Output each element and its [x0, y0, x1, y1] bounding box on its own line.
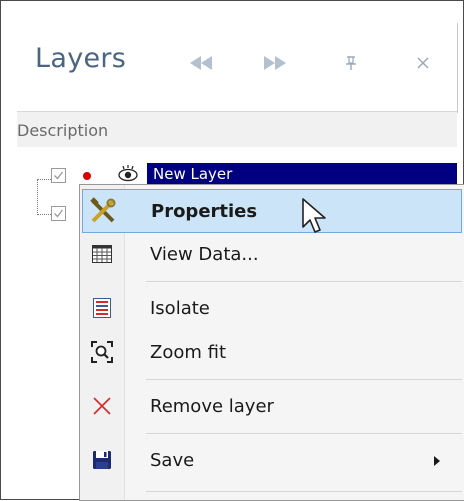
menu-item-label: View Data...	[150, 244, 259, 265]
pin-button[interactable]	[335, 47, 367, 79]
menu-separator	[146, 491, 462, 492]
pin-icon	[345, 56, 357, 70]
menu-separator	[146, 433, 462, 434]
menu-item-label: Zoom fit	[150, 342, 227, 363]
close-icon	[416, 56, 430, 70]
menu-item-label: Remove layer	[150, 396, 274, 417]
tree-connector	[37, 214, 51, 215]
menu-item-label: Properties	[151, 201, 258, 222]
properties-tools-icon	[89, 197, 117, 225]
layers-panel: Layers Description New Layer Properties …	[0, 0, 464, 501]
panel-title: Layers	[35, 43, 127, 74]
menu-item-save[interactable]: Save	[82, 439, 462, 483]
menu-item-view-data[interactable]: View Data...	[82, 233, 462, 277]
column-header-label: Description	[17, 121, 109, 140]
menu-item-isolate[interactable]: Isolate	[82, 287, 462, 331]
visibility-eye-icon[interactable]	[117, 164, 139, 184]
menu-item-label: Isolate	[150, 298, 210, 319]
rewind-icon	[190, 56, 212, 70]
tree-connector	[37, 179, 38, 215]
layer-visibility-checkbox[interactable]	[51, 168, 66, 183]
menu-separator	[146, 281, 462, 282]
table-grid-icon	[88, 240, 116, 268]
layer-name-new-layer[interactable]: New Layer	[147, 163, 457, 185]
mouse-cursor-icon	[301, 197, 327, 235]
rewind-button[interactable]	[185, 47, 217, 79]
menu-item-properties[interactable]: Properties	[82, 189, 462, 233]
layer-visibility-checkbox[interactable]	[51, 206, 66, 221]
isolate-icon	[88, 294, 116, 322]
close-button[interactable]	[407, 47, 439, 79]
menu-item-zoom-fit[interactable]: Zoom fit	[82, 331, 462, 375]
save-disk-icon	[88, 446, 116, 474]
submenu-arrow-icon	[434, 456, 440, 466]
context-menu: Properties View Data... Isolate Zoom fit…	[79, 184, 464, 501]
checkmark-icon	[54, 209, 64, 218]
menu-separator	[146, 379, 462, 380]
panel-divider	[457, 23, 458, 113]
zoom-fit-icon	[88, 338, 116, 366]
menu-item-label: Save	[150, 450, 195, 471]
column-header-description[interactable]: Description	[17, 111, 457, 149]
remove-x-icon	[88, 392, 116, 420]
panel-header: Layers	[17, 23, 457, 93]
fast-forward-button[interactable]	[259, 47, 291, 79]
checkmark-icon	[54, 171, 64, 180]
menu-item-remove-layer[interactable]: Remove layer	[82, 385, 462, 429]
tree-connector	[37, 179, 51, 180]
layer-status-dot	[83, 172, 91, 180]
fast-forward-icon	[264, 56, 286, 70]
